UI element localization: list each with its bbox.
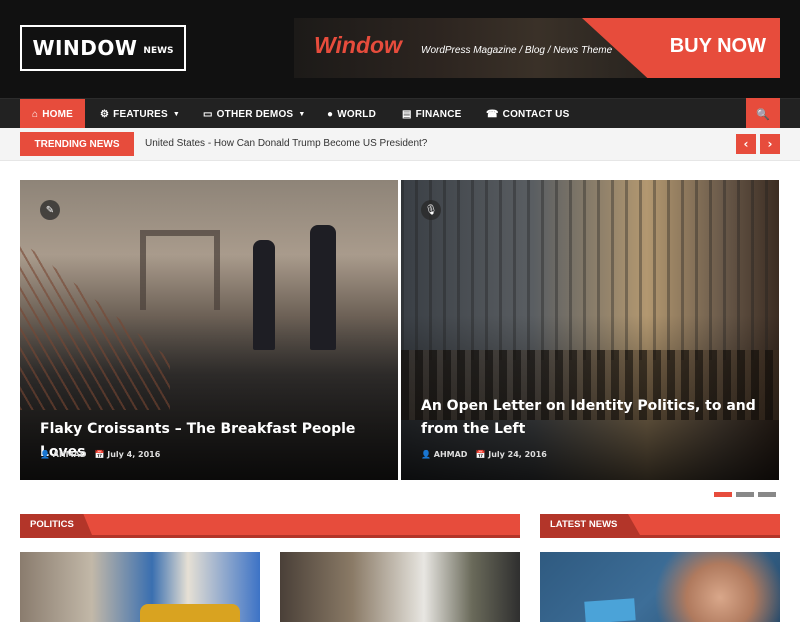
politics-section-header: POLITICS — [20, 514, 520, 538]
slider-pagination — [714, 492, 776, 497]
nav-label: WORLD — [337, 108, 377, 120]
caret-down-icon: ▼ — [298, 110, 306, 118]
search-button[interactable]: 🔍 — [746, 98, 780, 130]
caret-down-icon: ▼ — [172, 110, 181, 118]
microphone-icon: 🎙 — [421, 200, 441, 220]
nav-item-other-demos[interactable]: ▭ OTHER DEMOS ▼ — [203, 99, 305, 129]
author[interactable]: 👤 AHMAD — [40, 450, 86, 459]
user-icon: 👤 — [421, 450, 431, 459]
pencil-icon: ✎ — [40, 200, 60, 220]
site-header: WINDOW NEWS Window WordPress Magazine / … — [0, 0, 800, 98]
author-name: AHMAD — [52, 450, 87, 459]
chevron-right-icon: › — [767, 137, 773, 151]
main-navigation: ⌂ HOME ⚙ FEATURES ▼ ▭ OTHER DEMOS ▼ ● WO… — [0, 98, 800, 129]
latest-news-section-header: LATEST NEWS — [540, 514, 780, 538]
calendar-icon: 📅 — [475, 450, 486, 459]
trending-next-button[interactable]: › — [760, 134, 780, 154]
globe-icon: ● — [327, 108, 334, 120]
slider-dot[interactable] — [736, 492, 754, 497]
author[interactable]: 👤 AHMAD — [421, 450, 467, 459]
featured-slide[interactable]: ✎ Flaky Croissants – The Breakfast Peopl… — [20, 180, 398, 480]
section-title[interactable]: LATEST NEWS — [540, 514, 640, 535]
nav-item-contact-us[interactable]: ☎ CONTACT US — [486, 99, 569, 129]
header-ad-banner[interactable]: Window WordPress Magazine / Blog / News … — [294, 18, 780, 78]
logo-sub-text: NEWS — [143, 46, 174, 56]
nav-label: HOME — [42, 108, 74, 120]
buy-now-label: BUY NOW — [669, 35, 766, 57]
date-text: July 4, 2016 — [107, 450, 161, 459]
section-title[interactable]: POLITICS — [20, 514, 92, 535]
calendar-icon: 📅 — [94, 450, 105, 459]
chevron-left-icon: ‹ — [743, 137, 749, 151]
post-date: 📅 July 4, 2016 — [94, 450, 160, 459]
post-thumbnail[interactable] — [540, 552, 780, 622]
slider-dot[interactable] — [758, 492, 776, 497]
nav-item-features[interactable]: ⚙ FEATURES ▼ — [100, 99, 180, 129]
user-icon: 👤 — [40, 450, 50, 459]
nav-item-finance[interactable]: ▤ FINANCE — [402, 99, 462, 129]
slide-image-detail — [140, 230, 220, 310]
trending-label: TRENDING NEWS — [20, 132, 134, 156]
slide-meta: 👤 AHMAD 📅 July 24, 2016 — [421, 450, 547, 459]
nav-label: CONTACT US — [502, 108, 570, 120]
trending-bar: TRENDING NEWS United States - How Can Do… — [0, 128, 800, 161]
cubes-icon: ⚙ — [100, 108, 110, 120]
site-logo[interactable]: WINDOW NEWS — [20, 25, 186, 71]
post-date: 📅 July 24, 2016 — [475, 450, 546, 459]
date-text: July 24, 2016 — [488, 450, 547, 459]
slide-image-detail — [401, 180, 779, 360]
credit-card-icon: ▤ — [402, 108, 412, 120]
author-name: AHMAD — [433, 450, 468, 459]
banner-tagline: WordPress Magazine / Blog / News Theme — [421, 45, 613, 56]
desktop-icon: ▭ — [203, 108, 213, 120]
trending-prev-button[interactable]: ‹ — [736, 134, 756, 154]
slide-image-detail — [310, 225, 336, 350]
slider-dot[interactable] — [714, 492, 732, 497]
nav-label: OTHER DEMOS — [216, 108, 294, 120]
post-thumbnail[interactable] — [20, 552, 260, 622]
nav-label: FINANCE — [415, 108, 462, 120]
slide-image-detail — [253, 240, 275, 350]
banner-brand: Window — [314, 32, 402, 58]
featured-slide[interactable]: 🎙 An Open Letter on Identity Politics, t… — [401, 180, 779, 480]
logo-main-text: WINDOW — [32, 36, 138, 60]
nav-label: FEATURES — [113, 108, 168, 120]
phone-icon: ☎ — [486, 108, 499, 120]
nav-item-home[interactable]: ⌂ HOME — [20, 99, 86, 129]
slide-meta: 👤 AHMAD 📅 July 4, 2016 — [40, 450, 160, 459]
nav-item-world[interactable]: ● WORLD — [327, 99, 376, 129]
home-icon: ⌂ — [32, 108, 39, 120]
search-icon: 🔍 — [756, 107, 770, 121]
trending-headline[interactable]: United States - How Can Donald Trump Bec… — [145, 138, 427, 149]
post-thumbnail[interactable] — [280, 552, 520, 622]
slide-title[interactable]: An Open Letter on Identity Politics, to … — [421, 395, 761, 441]
